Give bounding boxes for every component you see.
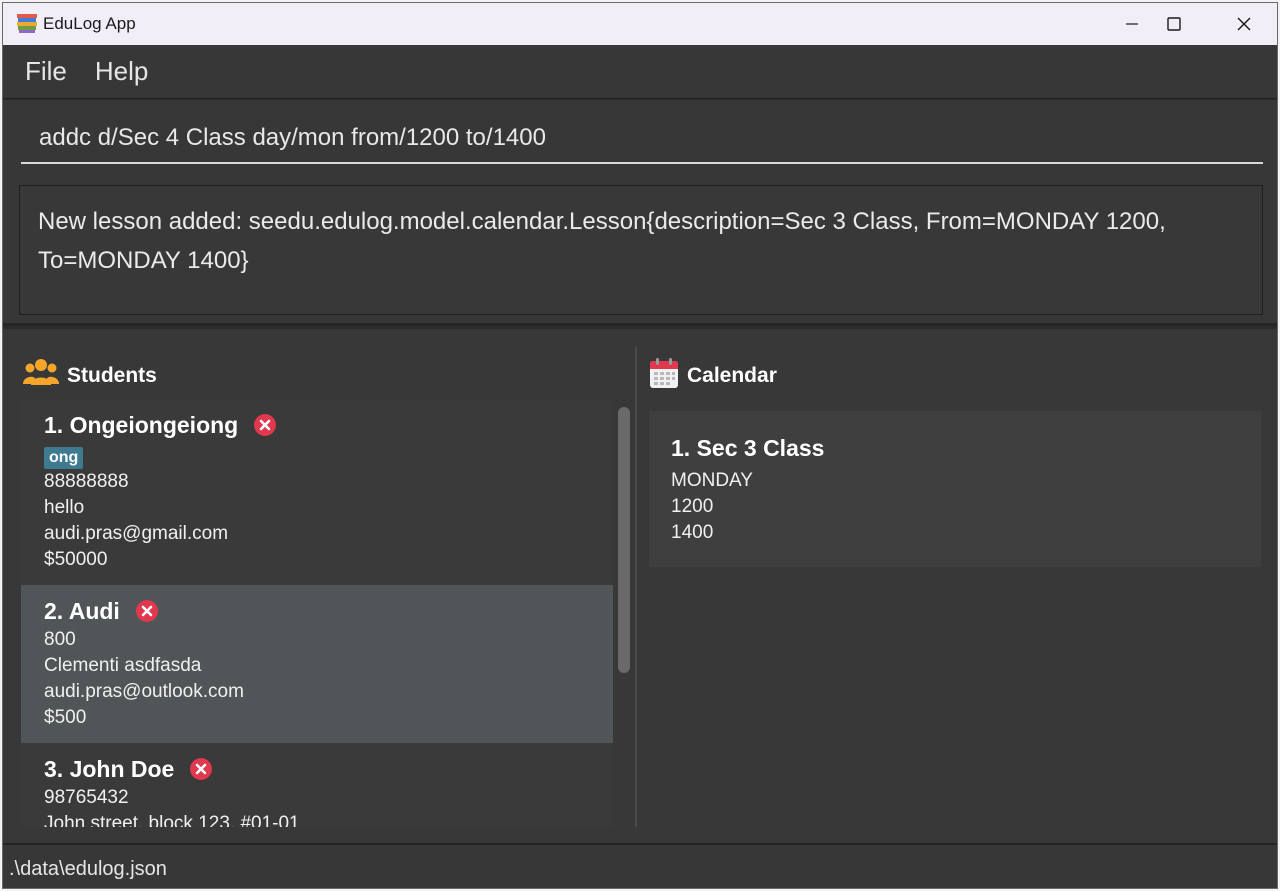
student-name: 2. Audi — [44, 597, 120, 624]
student-phone: 800 — [44, 629, 76, 650]
student-card[interactable]: 1. Ongeiongeiong ong 88888888 hello audi… — [21, 399, 613, 585]
student-card[interactable]: 2. Audi 800 Clementi asdfasda audi.pras@… — [21, 585, 613, 743]
lesson-end: 1400 — [671, 522, 714, 543]
maximize-icon — [1167, 17, 1181, 31]
delete-icon[interactable] — [135, 600, 158, 622]
result-line-1: New lesson added: seedu.edulog.model.cal… — [38, 208, 1166, 235]
users-icon — [23, 357, 59, 394]
status-bar: .\data\edulog.json — [3, 843, 1277, 888]
lesson-card[interactable]: 1. Sec 3 Class MONDAY 1200 1400 — [649, 411, 1261, 567]
menu-file[interactable]: File — [25, 56, 67, 87]
panel-divider[interactable] — [635, 347, 637, 827]
student-card[interactable]: 3. John Doe 98765432 John street, block … — [21, 743, 613, 827]
calendar-title: Calendar — [687, 363, 777, 387]
student-email: audi.pras@outlook.com — [44, 681, 244, 702]
menu-help[interactable]: Help — [95, 56, 148, 87]
close-icon — [1237, 17, 1251, 31]
calendar-header: Calendar — [649, 357, 777, 394]
student-list[interactable]: 1. Ongeiongeiong ong 88888888 hello audi… — [21, 399, 613, 827]
student-list-scrollbar[interactable] — [615, 399, 633, 827]
scrollbar-thumb[interactable] — [618, 407, 630, 673]
menu-bar: File Help — [3, 45, 1277, 99]
minimize-button[interactable] — [1109, 3, 1155, 45]
window-title: EduLog App — [43, 14, 136, 33]
delete-icon[interactable] — [190, 758, 213, 780]
title-bar: EduLog App — [3, 3, 1277, 45]
lesson-start: 1200 — [671, 496, 714, 517]
student-fee: $50000 — [44, 549, 108, 570]
student-fee: $500 — [44, 707, 87, 728]
app-window: EduLog App File Help New lesson added: s… — [2, 2, 1278, 889]
student-address: John street, block 123, #01-01 — [44, 813, 300, 827]
student-address: hello — [44, 497, 85, 518]
student-phone: 98765432 — [44, 787, 129, 808]
delete-icon[interactable] — [254, 414, 277, 436]
students-title: Students — [67, 363, 157, 387]
command-box — [3, 100, 1277, 178]
command-input[interactable] — [21, 114, 1263, 164]
close-button[interactable] — [1221, 3, 1267, 45]
main-panels: Students 1. Ongeiongeiong ong 88888888 h… — [3, 329, 1277, 843]
lesson-day: MONDAY — [671, 470, 753, 491]
student-address: Clementi asdfasda — [44, 655, 202, 676]
students-header: Students — [23, 357, 157, 394]
result-line-2: To=MONDAY 1400} — [38, 247, 249, 274]
student-tag: ong — [44, 447, 84, 469]
result-text-area[interactable]: New lesson added: seedu.edulog.model.cal… — [19, 185, 1263, 315]
books-icon — [15, 12, 39, 34]
save-location: .\data\edulog.json — [9, 858, 167, 880]
calendar-icon — [649, 357, 679, 394]
maximize-button[interactable] — [1151, 3, 1197, 45]
lesson-title: 1. Sec 3 Class — [671, 435, 825, 461]
student-phone: 88888888 — [44, 471, 129, 492]
student-name: 1. Ongeiongeiong — [44, 411, 239, 438]
minimize-icon — [1126, 23, 1138, 25]
student-name: 3. John Doe — [44, 755, 175, 782]
calendar-list[interactable]: 1. Sec 3 Class MONDAY 1200 1400 — [649, 411, 1261, 567]
student-email: audi.pras@gmail.com — [44, 523, 229, 544]
result-display: New lesson added: seedu.edulog.model.cal… — [3, 178, 1277, 326]
